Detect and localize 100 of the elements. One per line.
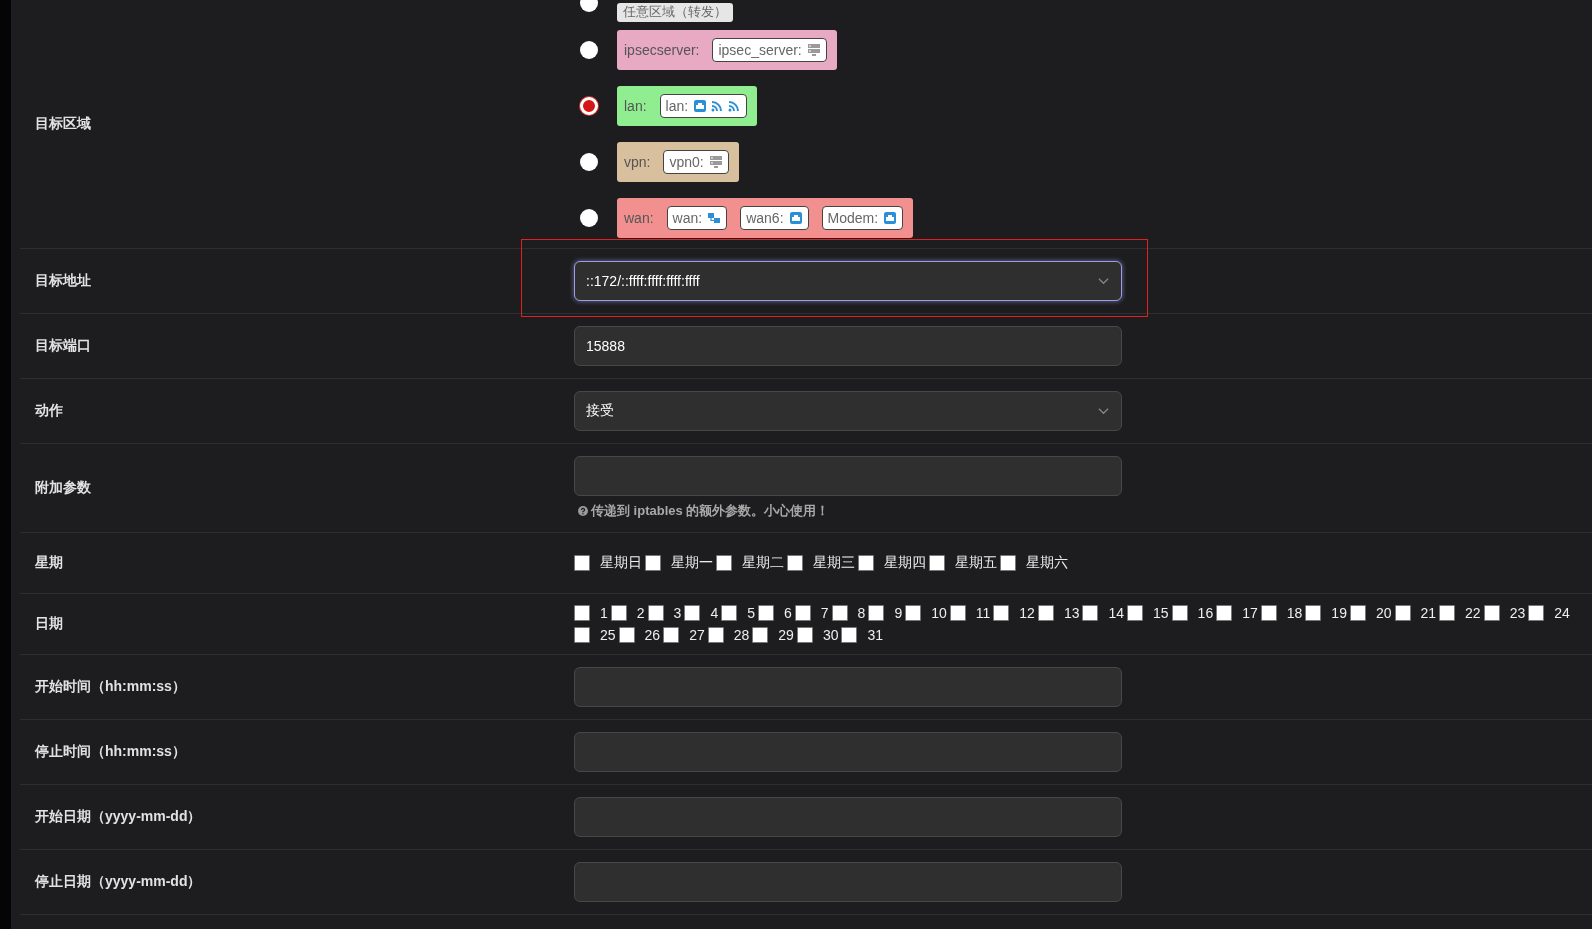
checkbox[interactable] (1349, 605, 1366, 621)
checkbox-label: 16 (1197, 605, 1214, 621)
checkbox-label: 6 (784, 605, 792, 621)
checkbox[interactable] (993, 605, 1010, 621)
field-label: 停止时间（hh:mm:ss） (34, 743, 186, 761)
zone-name: vpn: (624, 153, 651, 170)
checkbox[interactable] (949, 605, 966, 621)
field-label: 星期 (34, 554, 63, 572)
checkbox-label: 30 (822, 627, 839, 643)
checkbox[interactable] (787, 555, 803, 571)
checkbox[interactable] (794, 605, 811, 621)
chevron-down-icon (1098, 277, 1109, 285)
zone-chip[interactable]: 任意区域（转发） (617, 2, 733, 22)
field-label: 目标区域 (34, 115, 91, 133)
input-field[interactable] (574, 862, 1122, 902)
radio-button[interactable] (580, 40, 598, 59)
input-field[interactable] (574, 797, 1122, 837)
checkbox-label: 26 (644, 627, 661, 643)
zone-name: ipsecserver: (624, 41, 700, 58)
checkbox[interactable] (1082, 605, 1099, 621)
checkbox[interactable] (1000, 555, 1016, 571)
checkbox-label: 21 (1420, 605, 1437, 621)
checkbox-label: 19 (1331, 605, 1347, 621)
field-label: 动作 (34, 402, 63, 420)
zone-chip[interactable]: vpn: vpn0: (617, 141, 739, 182)
checkbox[interactable] (574, 605, 590, 621)
checkbox-label: 17 (1242, 605, 1258, 621)
radio-button[interactable] (580, 208, 598, 227)
checkbox[interactable] (1394, 605, 1411, 621)
zone-chip[interactable]: ipsecserver: ipsec_server: (617, 29, 837, 70)
checkbox[interactable] (929, 555, 945, 571)
checkbox-label: 2 (636, 605, 645, 621)
checkbox[interactable] (647, 605, 664, 621)
checkbox[interactable] (758, 605, 774, 621)
checkbox-label: 11 (975, 605, 991, 621)
input-field[interactable] (574, 667, 1122, 707)
checkbox-label: 18 (1286, 605, 1303, 621)
checkbox-label: 14 (1108, 605, 1125, 621)
checkbox-label: 8 (857, 605, 866, 621)
checkbox[interactable] (1260, 605, 1277, 621)
checkbox[interactable] (752, 627, 769, 643)
network-icon (707, 210, 722, 225)
checkbox[interactable] (1305, 605, 1322, 621)
dropdown-field[interactable]: 接受 (574, 391, 1122, 431)
chevron-down-icon (1098, 407, 1109, 415)
checkbox[interactable] (574, 555, 590, 571)
input-field[interactable] (574, 732, 1122, 772)
checkbox[interactable] (684, 605, 701, 621)
input-field[interactable]: 15888 (574, 326, 1122, 366)
checkbox[interactable] (858, 555, 874, 571)
checkbox[interactable] (905, 605, 922, 621)
server-icon (708, 154, 723, 169)
server-icon (806, 42, 821, 57)
radio-button[interactable] (580, 96, 598, 115)
checkbox-label: 星期三 (813, 554, 855, 572)
network-tag: wan: (666, 205, 728, 230)
help-text: 传递到 iptables 的额外参数。小心使用！ (591, 502, 830, 520)
checkbox-label: 15 (1153, 605, 1169, 621)
checkbox[interactable] (663, 627, 680, 643)
checkbox[interactable] (1216, 605, 1233, 621)
checkbox[interactable] (618, 627, 635, 643)
help-icon (578, 506, 588, 516)
checkbox[interactable] (1483, 605, 1500, 621)
checkbox-label: 13 (1063, 605, 1080, 621)
field-label: 目标地址 (34, 272, 91, 290)
checkbox[interactable] (841, 627, 858, 643)
checkbox[interactable] (1171, 605, 1188, 621)
checkbox-label: 星期四 (884, 554, 926, 572)
checkbox[interactable] (645, 555, 661, 571)
dropdown-field[interactable]: ::172/::ffff:ffff:ffff:ffff (574, 261, 1122, 301)
checkbox[interactable] (707, 627, 724, 643)
checkbox[interactable] (831, 605, 848, 621)
zone-chip[interactable]: lan: lan: (617, 85, 758, 126)
checkbox[interactable] (721, 605, 738, 621)
checkbox-label: 7 (820, 605, 829, 621)
checkbox[interactable] (1439, 605, 1456, 621)
checkbox[interactable] (574, 627, 590, 643)
ethernet-port-icon (883, 210, 898, 225)
checkbox-label: 星期五 (955, 554, 997, 572)
checkbox[interactable] (1127, 605, 1144, 621)
checkbox[interactable] (1037, 605, 1054, 621)
ethernet-port-icon (693, 98, 708, 113)
checkbox-label: 29 (778, 627, 794, 643)
checkbox-label: 3 (673, 605, 682, 621)
checkbox-label: 星期二 (742, 554, 784, 572)
field-label: 日期 (34, 615, 63, 633)
checkbox[interactable] (868, 605, 885, 621)
checkbox-label: 20 (1375, 605, 1392, 621)
checkbox[interactable] (610, 605, 627, 621)
checkbox[interactable] (796, 627, 813, 643)
zone-chip[interactable]: wan: wan: wan6: Modem: (617, 197, 914, 238)
input-field[interactable] (574, 456, 1122, 496)
zone-name: wan: (624, 209, 654, 226)
field-label: 开始日期（yyyy-mm-dd） (34, 808, 202, 826)
zone-name: lan: (624, 97, 647, 114)
network-tag: ipsec_server: (712, 37, 827, 62)
checkbox[interactable] (716, 555, 732, 571)
radio-button[interactable] (580, 152, 598, 171)
checkbox[interactable] (1528, 605, 1545, 621)
checkbox-label: 23 (1509, 605, 1526, 621)
